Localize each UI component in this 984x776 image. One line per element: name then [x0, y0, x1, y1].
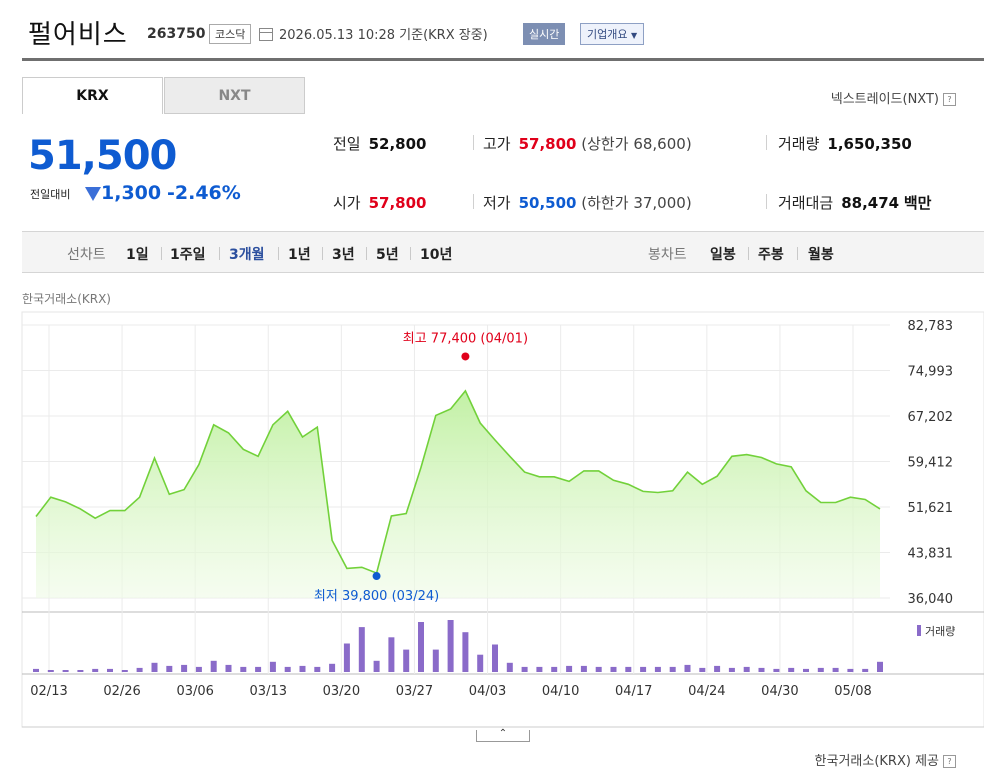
x-tick-label: 03/13: [250, 684, 287, 699]
volume-bar: [314, 666, 321, 672]
volume-bar: [521, 666, 528, 672]
x-tick-label: 02/26: [103, 684, 140, 699]
min-marker: [372, 572, 381, 581]
volume-bar: [299, 665, 306, 672]
volume-bar: [269, 661, 276, 672]
volume-bar: [788, 667, 795, 672]
x-tick-label: 04/30: [761, 684, 798, 699]
volume-bar: [610, 666, 617, 672]
y-tick-label: 82,783: [908, 319, 954, 334]
x-tick-label: 04/17: [615, 684, 652, 699]
volume-bar: [669, 666, 676, 672]
volume-bar: [403, 649, 410, 672]
volume-legend-swatch: [917, 625, 921, 636]
volume-bar: [358, 627, 365, 672]
volume-bar: [240, 666, 247, 672]
volume-bar: [595, 666, 602, 672]
volume-bar: [654, 666, 661, 672]
volume-bar: [92, 668, 99, 672]
volume-bar: [388, 637, 395, 672]
volume-bar: [151, 662, 158, 672]
max-label: 최고 77,400 (04/01): [403, 331, 528, 346]
volume-bar: [506, 662, 513, 672]
volume-bar: [862, 668, 869, 672]
max-marker: [461, 352, 470, 361]
volume-bar: [684, 664, 691, 672]
min-label: 최저 39,800 (03/24): [314, 589, 439, 604]
x-tick-label: 03/06: [176, 684, 213, 699]
volume-bar: [477, 654, 484, 672]
volume-bar: [551, 666, 558, 672]
volume-bar: [225, 664, 232, 672]
volume-bar: [418, 622, 424, 672]
volume-bar: [136, 667, 143, 672]
volume-bar: [447, 620, 454, 672]
volume-bar: [121, 670, 128, 672]
volume-bar: [832, 667, 839, 672]
price-area: [36, 390, 880, 598]
volume-bar: [373, 660, 380, 672]
volume-bar: [432, 649, 439, 672]
volume-legend: 거래량: [925, 625, 956, 638]
volume-bar: [107, 668, 113, 672]
help-icon[interactable]: ?: [943, 755, 956, 768]
y-tick-label: 36,040: [908, 592, 954, 607]
volume-bar: [877, 661, 883, 672]
volume-bar: [255, 666, 262, 672]
volume-bar: [758, 667, 765, 672]
volume-bar: [195, 666, 202, 672]
volume-bar: [210, 660, 217, 672]
volume-bar: [284, 666, 291, 672]
volume-bar: [166, 665, 173, 672]
volume-bar: [773, 668, 780, 672]
volume-bar: [536, 666, 543, 672]
volume-bar: [492, 644, 498, 672]
y-tick-label: 74,993: [908, 365, 954, 380]
data-provider-label: 한국거래소(KRX) 제공: [814, 754, 939, 769]
y-tick-label: 51,621: [908, 501, 954, 516]
y-tick-label: 59,412: [908, 456, 954, 471]
volume-bar: [803, 668, 809, 672]
y-tick-label: 67,202: [908, 410, 954, 425]
volume-bar: [817, 667, 824, 672]
x-tick-label: 05/08: [834, 684, 871, 699]
volume-bar: [181, 664, 188, 672]
volume-bar: [77, 670, 84, 672]
volume-bar: [743, 666, 750, 672]
volume-bar: [33, 668, 39, 672]
volume-bar: [566, 665, 573, 672]
x-tick-label: 04/10: [542, 684, 579, 699]
collapse-chart-button[interactable]: ⌃: [476, 729, 530, 742]
volume-bar: [580, 665, 587, 672]
volume-bar: [714, 665, 721, 672]
y-tick-label: 43,831: [908, 547, 954, 562]
x-tick-label: 03/20: [323, 684, 360, 699]
x-tick-label: 04/24: [688, 684, 725, 699]
data-provider-note: 한국거래소(KRX) 제공?: [815, 750, 956, 769]
volume-bar: [62, 670, 69, 672]
volume-bar: [462, 632, 469, 672]
price-chart[interactable]: 82,783 74,993 67,202 59,412 51,621 43,831 36,0…: [0, 0, 984, 776]
volume-bar: [47, 670, 54, 672]
volume-bar: [640, 666, 647, 672]
volume-bar: [699, 667, 706, 672]
x-tick-label: 04/03: [469, 684, 506, 699]
x-tick-label: 02/13: [30, 684, 67, 699]
volume-bar: [625, 666, 632, 672]
volume-bar: [728, 667, 735, 672]
x-tick-label: 03/27: [396, 684, 433, 699]
volume-bar: [343, 643, 350, 672]
volume-bar: [329, 663, 336, 672]
volume-bar: [847, 668, 854, 672]
